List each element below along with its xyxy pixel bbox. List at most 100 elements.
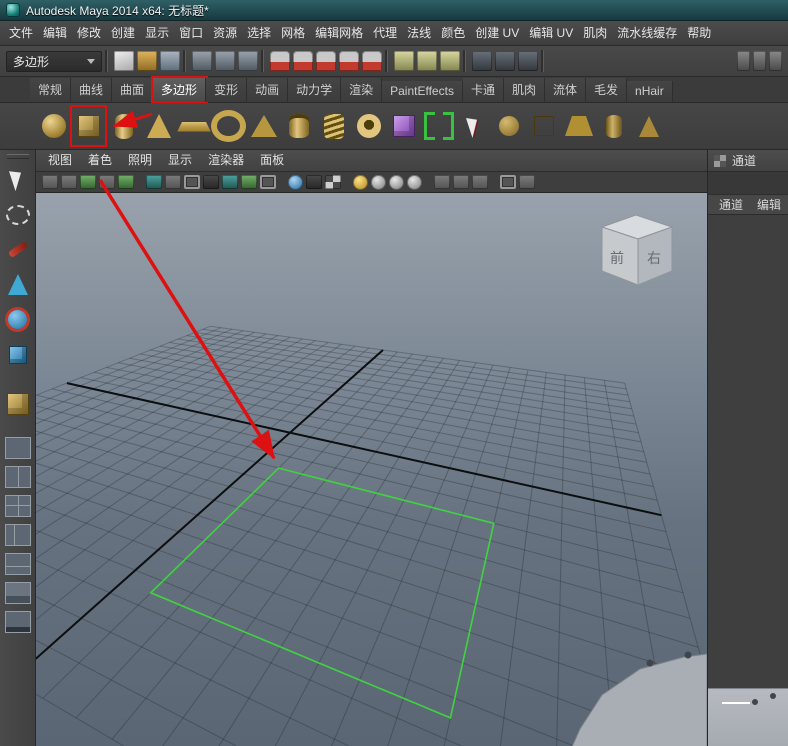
open-scene-icon[interactable] xyxy=(137,51,157,71)
poly-cylinder-button[interactable] xyxy=(106,106,141,146)
channel-box-header[interactable]: 通道 xyxy=(708,150,788,172)
menu-create[interactable]: 创建 xyxy=(106,21,140,45)
poly-cone-button[interactable] xyxy=(141,106,176,146)
shaded-mode-icon[interactable] xyxy=(306,175,322,189)
menu-muscle[interactable]: 肌肉 xyxy=(578,21,612,45)
shelf-tab-rendering[interactable]: 渲染 xyxy=(341,78,383,102)
field-chart-icon[interactable] xyxy=(222,175,238,189)
menu-color[interactable]: 颜色 xyxy=(436,21,470,45)
menu-create-uv[interactable]: 创建 UV xyxy=(470,21,524,45)
input-connections-icon[interactable] xyxy=(394,51,414,71)
sculpt-tool-button[interactable] xyxy=(491,106,526,146)
new-scene-icon[interactable] xyxy=(114,51,134,71)
isolate-select-icon[interactable] xyxy=(472,175,488,189)
layout-persp-graph-button[interactable] xyxy=(4,553,31,575)
menu-mesh[interactable]: 网格 xyxy=(276,21,310,45)
panel-menu-lighting[interactable]: 照明 xyxy=(120,150,160,171)
shelf-tab-nhair[interactable]: nHair xyxy=(627,81,673,102)
grease-pencil-icon[interactable] xyxy=(118,175,134,189)
poly-soccer-ball-button[interactable] xyxy=(351,106,386,146)
separator[interactable] xyxy=(463,50,469,72)
grid-toggle-icon[interactable] xyxy=(146,175,162,189)
lasso-tool-button[interactable] xyxy=(1,197,35,232)
tool-settings-toggle-icon[interactable] xyxy=(753,51,766,71)
share-view-icon[interactable] xyxy=(519,175,535,189)
extrude-button[interactable] xyxy=(561,106,596,146)
render-current-frame-icon[interactable] xyxy=(472,51,492,71)
view-cube[interactable]: 前 右 xyxy=(600,214,674,286)
select-cursor-button[interactable] xyxy=(456,106,491,146)
scale-tool-button[interactable] xyxy=(1,337,35,372)
snap-grid-icon[interactable] xyxy=(270,51,290,71)
motion-blur-icon[interactable] xyxy=(407,174,422,190)
textured-mode-icon[interactable] xyxy=(325,175,341,189)
menu-pipeline-cache[interactable]: 流水线缓存 xyxy=(612,21,682,45)
poly-torus-button[interactable] xyxy=(211,106,246,146)
shelf-tab-fur[interactable]: 毛发 xyxy=(586,78,628,102)
menu-proxy[interactable]: 代理 xyxy=(368,21,402,45)
shelf-tab-curves[interactable]: 曲线 xyxy=(71,78,113,102)
separator[interactable] xyxy=(261,50,267,72)
move-tool-button[interactable] xyxy=(1,267,35,302)
default-light-icon[interactable] xyxy=(434,175,450,189)
safe-action-icon[interactable] xyxy=(241,175,257,189)
pan-zoom-2d-icon[interactable] xyxy=(99,175,115,189)
channelbox-menu-channels[interactable]: 通道 xyxy=(714,196,748,213)
shelf-tab-polygons[interactable]: 多边形 xyxy=(151,76,209,104)
shelf-tab-general[interactable]: 常规 xyxy=(30,78,72,102)
select-component-icon[interactable] xyxy=(238,51,258,71)
snap-view-plane-icon[interactable] xyxy=(339,51,359,71)
camera-icon[interactable] xyxy=(42,175,58,189)
output-connections-icon[interactable] xyxy=(417,51,437,71)
layer-editor-area[interactable] xyxy=(708,688,788,746)
channel-box-toggle-icon[interactable] xyxy=(769,51,782,71)
select-tool-button[interactable] xyxy=(1,162,35,197)
construction-history-icon[interactable] xyxy=(440,51,460,71)
ipr-render-icon[interactable] xyxy=(495,51,515,71)
separator[interactable] xyxy=(183,50,189,72)
resolution-gate-icon[interactable] xyxy=(184,175,200,189)
menu-assets[interactable]: 资源 xyxy=(208,21,242,45)
paint-selection-tool-button[interactable] xyxy=(1,232,35,267)
menu-help[interactable]: 帮助 xyxy=(682,21,716,45)
type-tool-button[interactable] xyxy=(421,106,456,146)
channelbox-menu-edit[interactable]: 编辑 xyxy=(752,196,786,213)
menu-display[interactable]: 显示 xyxy=(140,21,174,45)
image-plane-icon[interactable] xyxy=(80,175,96,189)
shelf-tab-fluids[interactable]: 流体 xyxy=(544,78,586,102)
menu-modify[interactable]: 修改 xyxy=(72,21,106,45)
panel-menu-renderer[interactable]: 渲染器 xyxy=(200,150,252,171)
title-bar[interactable]: Autodesk Maya 2014 x64: 无标题* xyxy=(0,0,788,21)
attribute-editor-toggle-icon[interactable] xyxy=(737,51,750,71)
snap-curve-icon[interactable] xyxy=(293,51,313,71)
layout-animation-button[interactable] xyxy=(4,611,31,633)
menu-edit[interactable]: 编辑 xyxy=(38,21,72,45)
ssao-icon[interactable] xyxy=(389,174,404,190)
shadows-icon[interactable] xyxy=(371,174,386,190)
ground-object[interactable] xyxy=(571,651,707,746)
channel-box-body[interactable] xyxy=(708,215,788,688)
panel-menu-shading[interactable]: 着色 xyxy=(80,150,120,171)
layout-single-pane-button[interactable] xyxy=(4,437,31,459)
panel-menu-view[interactable]: 视图 xyxy=(40,150,80,171)
layout-four-pane-button[interactable] xyxy=(4,495,31,517)
film-gate-icon[interactable] xyxy=(165,175,181,189)
shelf-tab-surfaces[interactable]: 曲面 xyxy=(112,78,154,102)
layout-two-pane-button[interactable] xyxy=(4,466,31,488)
platonic-solid-button[interactable] xyxy=(386,106,421,146)
select-hierarchy-icon[interactable] xyxy=(192,51,212,71)
render-settings-icon[interactable] xyxy=(518,51,538,71)
menu-file[interactable]: 文件 xyxy=(4,21,38,45)
menu-set-selector[interactable]: 多边形 xyxy=(6,50,102,72)
last-tool-poly-cube-button[interactable] xyxy=(1,386,35,421)
shelf-tab-muscle[interactable]: 肌肉 xyxy=(503,78,545,102)
menu-edit-mesh[interactable]: 编辑网格 xyxy=(310,21,368,45)
make-live-icon[interactable] xyxy=(362,51,382,71)
shelf-tab-animation[interactable]: 动画 xyxy=(247,78,289,102)
poly-pyramid-button[interactable] xyxy=(246,106,281,146)
shelf-tab-painteffects[interactable]: PaintEffects xyxy=(382,81,463,102)
menu-select[interactable]: 选择 xyxy=(242,21,276,45)
shelf-tab-toon[interactable]: 卡通 xyxy=(462,78,504,102)
panel-menu-panels[interactable]: 面板 xyxy=(252,150,292,171)
separator[interactable] xyxy=(105,50,111,72)
